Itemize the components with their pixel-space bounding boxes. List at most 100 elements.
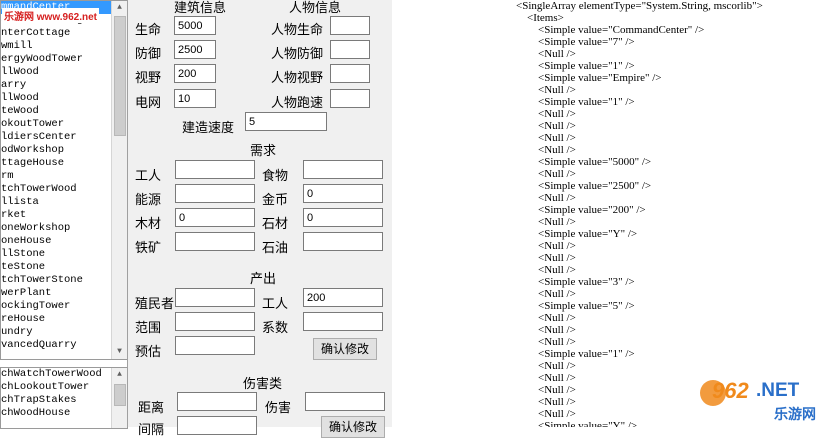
grid-input[interactable]: 10 — [174, 89, 216, 108]
watermark-cn: 乐游网 — [774, 406, 816, 422]
char-defense-label: 人物防御 — [271, 46, 324, 61]
xml-line: <Null /> — [538, 372, 576, 384]
watermark-small: 乐游网 www.962.net — [2, 8, 99, 23]
xml-line: <Simple value="3" /> — [538, 276, 635, 288]
out-range-input[interactable] — [175, 312, 255, 331]
dmg-damage-input[interactable] — [305, 392, 385, 411]
watermark-logo: 962 .NET 乐游网 — [700, 378, 825, 424]
building-list-item[interactable]: nterCottage — [1, 27, 127, 40]
need-stone-input[interactable]: 0 — [303, 208, 383, 227]
scroll-thumb[interactable] — [114, 16, 126, 136]
xml-line: <Null /> — [538, 264, 576, 276]
out-range-label: 范围 — [135, 320, 162, 335]
char-defense-input[interactable] — [330, 40, 370, 59]
need-workers-label: 工人 — [135, 168, 162, 183]
xml-line: <Simple value="1" /> — [538, 348, 635, 360]
building-list-item[interactable]: llStone — [1, 248, 127, 261]
trap-list-scrollbar[interactable]: ▲ — [111, 368, 127, 428]
need-oil-input[interactable] — [303, 232, 383, 251]
building-list-item[interactable]: tchTowerStone — [1, 274, 127, 287]
building-list-item[interactable]: oneHouse — [1, 235, 127, 248]
need-iron-label: 铁矿 — [135, 240, 162, 255]
char-life-input[interactable] — [330, 16, 370, 35]
xml-line: <Simple value="1" /> — [538, 60, 635, 72]
xml-line: <Null /> — [538, 84, 576, 96]
trap-list-item[interactable]: chWoodHouse — [1, 407, 127, 420]
building-list-item[interactable]: vancedQuarry — [1, 339, 127, 352]
building-list-item[interactable]: teWood — [1, 105, 127, 118]
xml-line: <Null /> — [538, 108, 576, 120]
scroll-up-arrow-icon[interactable]: ▲ — [112, 1, 127, 15]
building-list-item[interactable]: werPlant — [1, 287, 127, 300]
defense-input[interactable]: 2500 — [174, 40, 216, 59]
building-list[interactable]: mmandCentershermanCottagenterCottagewmil… — [0, 0, 128, 360]
building-list-item[interactable]: rket — [1, 209, 127, 222]
trap-list-item[interactable]: chWatchTowerWood — [1, 368, 127, 381]
xml-line: <Simple value="5000" /> — [538, 156, 652, 168]
life-label: 生命 — [135, 22, 162, 37]
building-list-item[interactable]: ttageHouse — [1, 157, 127, 170]
building-list-item[interactable]: llWood — [1, 66, 127, 79]
out-workers-label: 工人 — [262, 296, 289, 311]
need-workers-input[interactable] — [175, 160, 255, 179]
trap-list[interactable]: chWatchTowerWood chLookoutTower chTrapStak… — [0, 367, 128, 429]
xml-line: <Null /> — [538, 384, 576, 396]
building-list-scrollbar[interactable]: ▲ ▼ — [111, 1, 127, 359]
life-input[interactable]: 5000 — [174, 16, 216, 35]
xml-line: <SingleArray elementType="System.String,… — [516, 0, 763, 12]
scroll-down-arrow-icon[interactable]: ▼ — [112, 345, 127, 359]
need-gold-input[interactable]: 0 — [303, 184, 383, 203]
building-list-item[interactable]: tchTowerWood — [1, 183, 127, 196]
building-list-item[interactable]: wmill — [1, 40, 127, 53]
dmg-distance-input[interactable] — [177, 392, 257, 411]
trap-list-item[interactable]: chTrapStakes — [1, 394, 127, 407]
confirm-button[interactable]: 确认修改 — [313, 338, 377, 360]
need-food-input[interactable] — [303, 160, 383, 179]
out-coef-input[interactable] — [303, 312, 383, 331]
char-life-label: 人物生命 — [271, 22, 324, 37]
building-list-item[interactable]: rm — [1, 170, 127, 183]
scroll-up-arrow-icon[interactable]: ▲ — [112, 368, 127, 382]
need-gold-label: 金币 — [262, 192, 289, 207]
building-list-item[interactable]: teStone — [1, 261, 127, 274]
confirm-button-2[interactable]: 确认修改 — [321, 416, 385, 438]
building-list-item[interactable]: oneWorkshop — [1, 222, 127, 235]
dmg-damage-label: 伤害 — [265, 400, 292, 415]
damage-header: 伤害类 — [243, 376, 283, 391]
out-coef-label: 系数 — [262, 320, 289, 335]
build-speed-input[interactable]: 5 — [245, 112, 327, 131]
xml-line: <Null /> — [538, 240, 576, 252]
char-speed-input[interactable] — [330, 89, 370, 108]
xml-line: <Null /> — [538, 252, 576, 264]
scroll-thumb[interactable] — [114, 384, 126, 406]
building-list-item[interactable]: ockingTower — [1, 300, 127, 313]
trap-list-items: chWatchTowerWood chLookoutTower chTrapStak… — [1, 368, 127, 420]
dmg-interval-input[interactable] — [177, 416, 257, 435]
building-list-item[interactable]: undry — [1, 326, 127, 339]
building-list-item[interactable]: okoutTower — [1, 118, 127, 131]
need-wood-input[interactable]: 0 — [175, 208, 255, 227]
building-list-item[interactable]: llista — [1, 196, 127, 209]
need-energy-input[interactable] — [175, 184, 255, 203]
xml-line: <Simple value="1" /> — [538, 96, 635, 108]
out-colonists-input[interactable] — [175, 288, 255, 307]
xml-line: <Simple value="5" /> — [538, 300, 635, 312]
out-workers-input[interactable]: 200 — [303, 288, 383, 307]
out-colonists-label: 殖民者 — [135, 296, 175, 311]
building-list-item[interactable]: arry — [1, 79, 127, 92]
build-speed-label: 建造速度 — [182, 120, 235, 135]
xml-line: <Simple value="Y" /> — [538, 228, 638, 240]
building-list-item[interactable]: ldiersCenter — [1, 131, 127, 144]
char-vision-input[interactable] — [330, 64, 370, 83]
xml-line: <Null /> — [538, 360, 576, 372]
building-list-item[interactable]: ergyWoodTower — [1, 53, 127, 66]
need-iron-input[interactable] — [175, 232, 255, 251]
building-list-item[interactable]: llWood — [1, 92, 127, 105]
building-list-item[interactable]: reHouse — [1, 313, 127, 326]
vision-input[interactable]: 200 — [174, 64, 216, 83]
xml-line: <Null /> — [538, 120, 576, 132]
trap-list-item[interactable]: chLookoutTower — [1, 381, 127, 394]
building-list-item[interactable]: odWorkshop — [1, 144, 127, 157]
out-estimate-input[interactable] — [175, 336, 255, 355]
xml-view[interactable]: <SingleArray elementType="System.String,… — [392, 0, 827, 427]
